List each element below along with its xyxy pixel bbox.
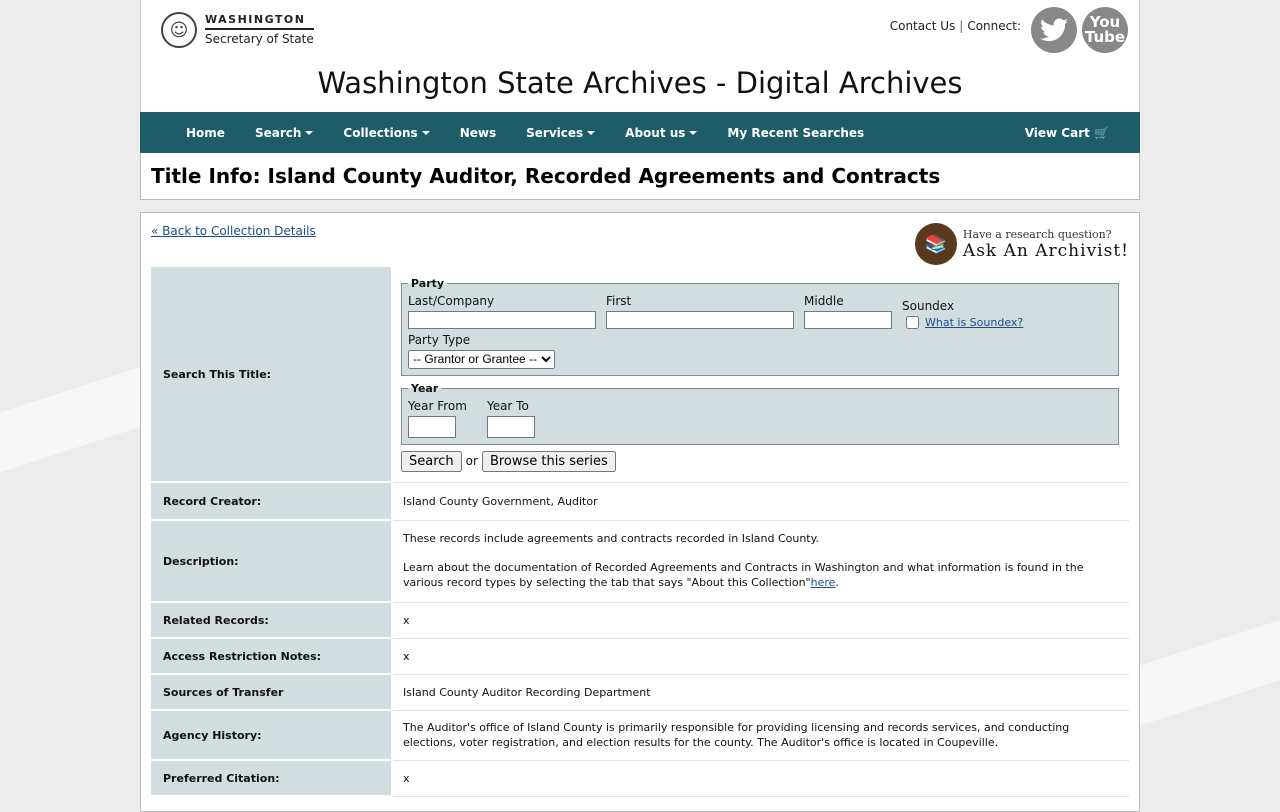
year-to-label: Year To [486, 398, 529, 413]
table-row: Record Creator: Island County Government… [151, 482, 1129, 521]
year-legend: Year [411, 381, 439, 395]
nav-search-label: Search [254, 125, 302, 140]
back-to-collection-link[interactable]: « Back to Collection Details [151, 224, 316, 238]
search-form: Party Last/Company First Middle Soundex … [392, 267, 1129, 483]
soundex-label: Soundex [902, 298, 955, 313]
sos-logo[interactable]: ☺ WASHINGTON Secretary of State [161, 12, 314, 48]
access-restriction-value: x [392, 638, 1129, 675]
site-title: Washington State Archives - Digital Arch… [317, 66, 963, 100]
description-value: These records include agreements and con… [392, 520, 1129, 603]
nav-search[interactable]: Search [254, 125, 314, 140]
table-row: Related Records: x [151, 602, 1129, 639]
youtube-line2: Tube [1084, 28, 1126, 46]
books-icon: 📚 [914, 223, 957, 265]
related-records-value: x [392, 602, 1129, 639]
nav-recent-label: My Recent Searches [727, 125, 865, 140]
ask-line2: Ask An Archivist! [962, 240, 1129, 261]
logo-line1: WASHINGTON [205, 13, 314, 30]
party-type-label: Party Type [408, 332, 471, 347]
year-fieldset: Year Year From Year To [401, 381, 1119, 445]
logo-line2: Secretary of State [205, 31, 314, 46]
about-collection-here-link[interactable]: here [811, 576, 836, 589]
sources-transfer-label: Sources of Transfer [151, 674, 393, 711]
nav-services-label: Services [526, 125, 584, 140]
nav-news[interactable]: News [460, 126, 496, 140]
last-company-label: Last/Company [408, 293, 495, 308]
connect-label: Connect: [967, 19, 1021, 33]
page: ☺ WASHINGTON Secretary of State Contact … [140, 0, 1140, 812]
preferred-citation-value: x [392, 760, 1129, 797]
content-panel: « Back to Collection Details 📚 Have a re… [140, 212, 1140, 812]
state-seal-icon: ☺ [161, 12, 197, 48]
title-info-table: Search This Title: Party Last/Company Fi… [151, 267, 1129, 797]
first-name-label: First [606, 293, 632, 308]
view-cart-link[interactable]: View Cart 🛒 [1025, 126, 1109, 140]
table-row: Agency History: The Auditor's office of … [151, 710, 1129, 761]
nav-about-label: About us [625, 125, 686, 140]
nav-home[interactable]: Home [186, 126, 225, 140]
year-to-input[interactable] [486, 415, 535, 438]
ask-archivist-banner[interactable]: 📚 Have a research question? Ask An Archi… [914, 223, 1129, 265]
middle-name-label: Middle [804, 293, 844, 308]
table-row: Access Restriction Notes: x [151, 638, 1129, 675]
nav-recent-searches[interactable]: My Recent Searches [727, 126, 864, 140]
table-row: Preferred Citation: x [151, 760, 1129, 797]
related-records-label: Related Records: [151, 602, 393, 639]
access-restriction-label: Access Restriction Notes: [151, 638, 393, 675]
search-button[interactable]: Search [401, 450, 462, 472]
youtube-icon[interactable]: You Tube [1082, 7, 1128, 53]
table-row: Search This Title: Party Last/Company Fi… [151, 267, 1129, 483]
sources-transfer-value: Island County Auditor Recording Departme… [392, 674, 1129, 711]
table-row: Description: These records include agree… [151, 520, 1129, 603]
description-label: Description: [151, 520, 393, 603]
caret-down-icon [587, 131, 596, 135]
description-end: . [835, 576, 839, 589]
caret-down-icon [305, 131, 314, 135]
party-fieldset: Party Last/Company First Middle Soundex … [401, 276, 1119, 376]
description-p2: Learn about the documentation of Recorde… [403, 561, 1084, 589]
nav-home-label: Home [186, 125, 225, 140]
contact-us-link[interactable]: Contact Us [890, 19, 956, 33]
nav-about[interactable]: About us [625, 125, 698, 140]
preferred-citation-label: Preferred Citation: [151, 760, 393, 797]
year-from-input[interactable] [408, 415, 456, 438]
caret-down-icon [421, 131, 430, 135]
browse-series-button[interactable]: Browse this series [481, 450, 616, 472]
title-box: Title Info: Island County Auditor, Recor… [140, 153, 1140, 200]
party-legend: Party [411, 276, 445, 290]
soundex-checkbox[interactable] [906, 315, 919, 329]
first-name-input[interactable] [606, 310, 794, 329]
or-label: or [465, 454, 478, 469]
agency-history-label: Agency History: [151, 710, 393, 761]
main-nav: Home Search Collections News Services Ab… [140, 112, 1140, 153]
page-title: Title Info: Island County Auditor, Recor… [151, 164, 941, 188]
ask-line1: Have a research question? [962, 227, 1112, 241]
record-creator-value: Island County Government, Auditor [392, 482, 1129, 521]
party-type-select[interactable]: -- Grantor or Grantee -- [408, 349, 555, 369]
search-title-label: Search This Title: [151, 267, 393, 483]
table-row: Sources of Transfer Island County Audito… [151, 674, 1129, 711]
nav-services[interactable]: Services [526, 125, 596, 140]
caret-down-icon [689, 131, 698, 135]
top-links: Contact Us | Connect: [889, 19, 1021, 33]
twitter-icon[interactable] [1031, 7, 1077, 53]
last-company-input[interactable] [408, 310, 596, 329]
what-is-soundex-link[interactable]: What is Soundex? [925, 316, 1023, 329]
nav-news-label: News [459, 125, 497, 140]
nav-collections[interactable]: Collections [343, 125, 430, 140]
nav-collections-label: Collections [343, 125, 418, 140]
middle-name-input[interactable] [804, 310, 892, 329]
year-from-label: Year From [408, 398, 467, 413]
record-creator-label: Record Creator: [151, 482, 393, 521]
agency-history-value: The Auditor's office of Island County is… [392, 710, 1129, 761]
header: ☺ WASHINGTON Secretary of State Contact … [140, 0, 1140, 112]
description-p1: These records include agreements and con… [403, 532, 820, 545]
